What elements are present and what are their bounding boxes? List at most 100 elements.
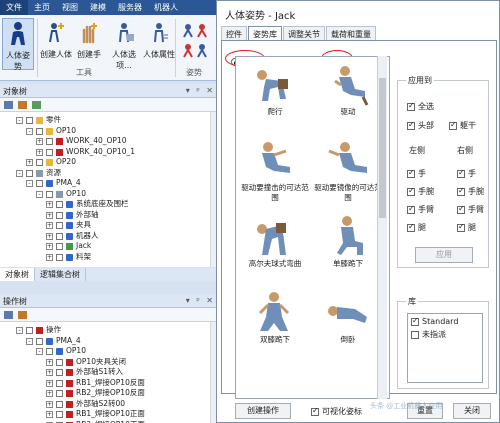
- tab-object-tree[interactable]: 对象树: [0, 268, 35, 281]
- right-hand-checkbox[interactable]: 手: [457, 168, 476, 179]
- tree-checkbox[interactable]: [46, 348, 53, 355]
- tree-checkbox[interactable]: [56, 222, 63, 229]
- create-human-button[interactable]: 创建人体: [40, 18, 72, 70]
- human-options-button[interactable]: 人体选项...: [106, 18, 142, 70]
- tree-row[interactable]: - 零件: [0, 115, 218, 126]
- pose-drive[interactable]: 驱动: [313, 63, 383, 129]
- pose-small-icons[interactable]: [180, 21, 212, 61]
- tree-row[interactable]: + Jack: [0, 241, 218, 252]
- tree-checkbox[interactable]: [56, 390, 63, 397]
- tree-checkbox[interactable]: [46, 138, 53, 145]
- tree-row[interactable]: - 资源: [0, 168, 218, 179]
- tree-expander[interactable]: +: [36, 138, 43, 145]
- tree-expander[interactable]: +: [46, 201, 53, 208]
- tree-expander[interactable]: +: [46, 400, 53, 408]
- tree-row[interactable]: + 外部轴S1转入: [0, 367, 218, 378]
- tree-row[interactable]: + 料架: [0, 252, 218, 263]
- tree-row[interactable]: +RB2_焊接OP10正面: [0, 420, 218, 423]
- ribbon-tab-robot[interactable]: 机器人: [148, 0, 184, 15]
- tree-row[interactable]: + 系统底座及围栏: [0, 199, 218, 210]
- tree-expander[interactable]: -: [36, 348, 43, 355]
- tree-row[interactable]: + 外部轴S2转00: [0, 399, 218, 410]
- pose-kneel-both[interactable]: 双膝跪下: [240, 291, 310, 357]
- tree-expander[interactable]: +: [46, 369, 53, 376]
- tree-expander[interactable]: +: [46, 390, 53, 397]
- tree-checkbox[interactable]: [46, 148, 53, 156]
- tree-checkbox[interactable]: [56, 358, 63, 366]
- pose-kneel-one[interactable]: 单膝跪下: [313, 215, 383, 281]
- tree-checkbox[interactable]: [56, 253, 63, 261]
- pose-crawl[interactable]: 爬行: [240, 63, 310, 129]
- panel-controls[interactable]: ▾ ᵖ ✕: [186, 86, 215, 95]
- tree-row[interactable]: + WORK_40_OP10_1: [0, 147, 218, 158]
- tree-folder-icon[interactable]: [18, 311, 27, 319]
- tree-row[interactable]: - 操作: [0, 325, 218, 336]
- spine-checkbox[interactable]: 躯干: [449, 120, 476, 131]
- head-checkbox[interactable]: 头部: [407, 120, 434, 131]
- select-all-checkbox[interactable]: 全选: [407, 101, 434, 112]
- tree-expander[interactable]: +: [36, 148, 43, 156]
- tree-row[interactable]: + 夹具: [0, 220, 218, 231]
- ribbon-tab-modeling[interactable]: 建模: [84, 0, 112, 15]
- tree-expander[interactable]: -: [16, 169, 23, 177]
- right-arm-checkbox[interactable]: 手臂: [457, 204, 484, 215]
- tree-expander[interactable]: +: [46, 222, 53, 229]
- tree-checkbox[interactable]: [36, 127, 43, 135]
- tab-load-weight[interactable]: 载荷和重量: [326, 26, 376, 40]
- tree-checkbox[interactable]: [26, 169, 33, 177]
- tree-expander[interactable]: +: [46, 232, 53, 240]
- right-leg-checkbox[interactable]: 腿: [457, 222, 476, 233]
- tab-adjust-joints[interactable]: 调整关节: [283, 26, 325, 40]
- tree-new-icon[interactable]: [32, 101, 41, 109]
- tree-checkbox[interactable]: [56, 400, 63, 408]
- tree-checkbox[interactable]: [56, 211, 63, 219]
- right-wrist-checkbox[interactable]: 手腕: [457, 186, 484, 197]
- tree-folder-icon[interactable]: [18, 101, 27, 109]
- tree-row[interactable]: - PMA_4: [0, 178, 218, 189]
- tree-checkbox[interactable]: [56, 243, 63, 250]
- tree-row[interactable]: + 外部轴: [0, 210, 218, 221]
- tree-filter-icon[interactable]: [4, 311, 13, 319]
- tree-checkbox[interactable]: [46, 190, 53, 198]
- tree-row[interactable]: - OP10: [0, 346, 218, 357]
- left-wrist-checkbox[interactable]: 手腕: [407, 186, 434, 197]
- tree-expander[interactable]: +: [46, 243, 53, 250]
- left-leg-checkbox[interactable]: 腿: [407, 222, 426, 233]
- pose-list-scrollbar[interactable]: [377, 56, 387, 399]
- pose-lie-down[interactable]: 倒卧: [313, 291, 383, 357]
- tree-expander[interactable]: -: [36, 190, 43, 198]
- pose-drive-reach-mirror[interactable]: 驱动要镜像的可达范围: [313, 139, 383, 205]
- apply-button[interactable]: 应用: [415, 247, 473, 263]
- tree-expander[interactable]: +: [26, 159, 33, 166]
- tree-checkbox[interactable]: [26, 327, 33, 334]
- tree-row[interactable]: + RB1_焊接OP10正面: [0, 409, 218, 420]
- tree-checkbox[interactable]: [56, 369, 63, 376]
- tree-checkbox[interactable]: [36, 337, 43, 345]
- left-arm-checkbox[interactable]: 手臂: [407, 204, 434, 215]
- panel-controls[interactable]: ▾ ᵖ ✕: [186, 296, 215, 305]
- library-standard-checkbox[interactable]: Standard: [411, 316, 458, 326]
- close-button[interactable]: 关闭: [453, 403, 491, 419]
- tree-expander[interactable]: +: [46, 379, 53, 387]
- tree-row[interactable]: + WORK_40_OP10: [0, 136, 218, 147]
- tree-checkbox[interactable]: [56, 379, 63, 387]
- tree-expander[interactable]: +: [46, 211, 53, 219]
- scrollbar-thumb[interactable]: [379, 78, 386, 218]
- tree-checkbox[interactable]: [56, 411, 63, 418]
- tree-checkbox[interactable]: [36, 180, 43, 187]
- tree-expander[interactable]: -: [16, 117, 23, 124]
- tree-checkbox[interactable]: [56, 232, 63, 240]
- tree-expander[interactable]: +: [46, 253, 53, 261]
- ribbon-tab-server[interactable]: 服务器: [112, 0, 148, 15]
- tree-row[interactable]: + OP10夹具关闭: [0, 357, 218, 368]
- tree-row[interactable]: + RB1_焊接OP10反面: [0, 378, 218, 389]
- tree-row[interactable]: + OP20: [0, 157, 218, 168]
- tree-filter-icon[interactable]: [4, 101, 13, 109]
- ribbon-tab-home[interactable]: 主页: [28, 0, 56, 15]
- tree-row[interactable]: + 机器人: [0, 231, 218, 242]
- tree-expander[interactable]: -: [26, 127, 33, 135]
- tree-row[interactable]: - OP10: [0, 126, 218, 137]
- tab-controls[interactable]: 控件: [221, 26, 247, 40]
- tree-expander[interactable]: +: [46, 411, 53, 418]
- tree-checkbox[interactable]: [26, 117, 33, 124]
